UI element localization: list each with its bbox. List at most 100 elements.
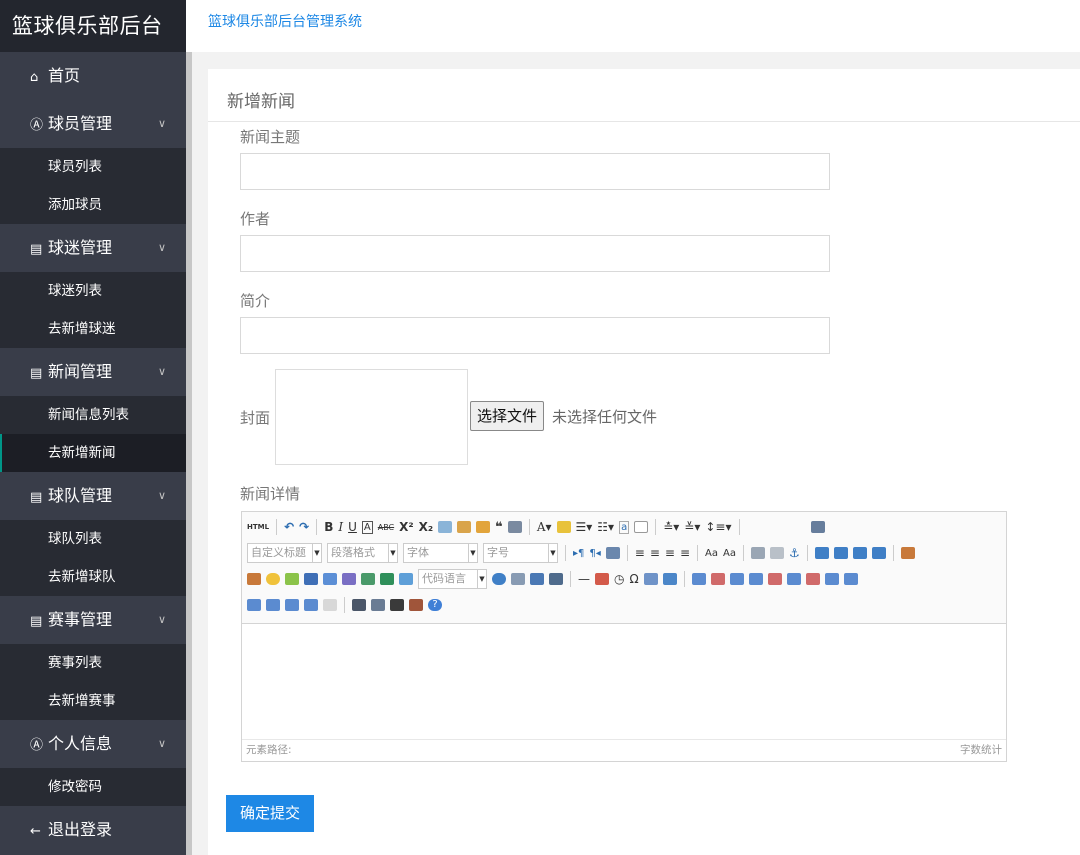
- nav-item-match-list[interactable]: 赛事列表: [0, 644, 186, 682]
- row-spacing-bottom-icon[interactable]: ≚▾: [684, 520, 700, 534]
- italic-icon[interactable]: I: [338, 520, 343, 534]
- nav-match-management[interactable]: ▤ 赛事管理 ∨: [0, 596, 186, 644]
- chevron-down-icon[interactable]: ▼: [313, 543, 322, 563]
- choose-file-button[interactable]: 选择文件: [470, 401, 545, 431]
- header-title[interactable]: 篮球俱乐部后台管理系统: [208, 11, 362, 31]
- wordimage-icon[interactable]: [643, 573, 658, 585]
- background-icon[interactable]: [549, 573, 563, 585]
- nav-team-management[interactable]: ▤ 球队管理 ∨: [0, 472, 186, 520]
- nav-item-news-list[interactable]: 新闻信息列表: [0, 396, 186, 434]
- subscript-icon[interactable]: X₂: [419, 520, 434, 534]
- nav-news-management[interactable]: ▤ 新闻管理 ∨: [0, 348, 186, 396]
- paragraph-select[interactable]: 段落格式: [327, 543, 389, 563]
- insert-image-icon[interactable]: [900, 547, 915, 559]
- align-left-icon[interactable]: ≡: [635, 546, 645, 560]
- insert-table-icon[interactable]: [691, 573, 706, 585]
- nav-item-fan-list[interactable]: 球迷列表: [0, 272, 186, 310]
- rtl-icon[interactable]: ¶◂: [589, 548, 600, 559]
- chevron-down-icon[interactable]: ▼: [478, 569, 487, 589]
- superscript-icon[interactable]: X²: [399, 520, 414, 534]
- template-icon[interactable]: [530, 573, 544, 585]
- nav-logout[interactable]: ← 退出登录: [0, 806, 186, 854]
- nav-item-add-news[interactable]: 去新增新闻: [0, 434, 186, 472]
- nav-personal-info[interactable]: Ⓐ 个人信息 ∨: [0, 720, 186, 768]
- charts-icon[interactable]: [323, 599, 337, 611]
- preview-icon[interactable]: [371, 599, 385, 611]
- insert-frame-icon[interactable]: [399, 573, 413, 585]
- paste-text-icon[interactable]: [507, 521, 522, 533]
- nav-player-management[interactable]: Ⓐ 球员管理 ∨: [0, 100, 186, 148]
- ordered-list-icon[interactable]: ☰▾: [576, 520, 593, 534]
- image-center-icon[interactable]: [871, 547, 886, 559]
- search-icon[interactable]: [390, 599, 404, 611]
- chevron-down-icon[interactable]: ▼: [469, 543, 478, 563]
- nav-item-add-match[interactable]: 去新增赛事: [0, 682, 186, 720]
- blockquote-icon[interactable]: ❝: [495, 520, 503, 535]
- subject-input[interactable]: [240, 153, 830, 190]
- help-icon[interactable]: ?: [428, 599, 442, 611]
- custom-title-select[interactable]: 自定义标题: [247, 543, 313, 563]
- link-icon[interactable]: [750, 547, 765, 559]
- unlink-icon[interactable]: [769, 547, 784, 559]
- delete-col-icon[interactable]: [805, 573, 820, 585]
- indent-icon[interactable]: [605, 547, 620, 559]
- image-none-icon[interactable]: [814, 547, 829, 559]
- google-map-icon[interactable]: [380, 573, 394, 585]
- split-cells-icon[interactable]: [266, 599, 280, 611]
- nav-item-player-list[interactable]: 球员列表: [0, 148, 186, 186]
- unordered-list-icon[interactable]: ☷▾: [597, 520, 614, 534]
- drafts-icon[interactable]: [409, 599, 423, 611]
- intro-input[interactable]: [240, 317, 830, 354]
- undo-icon[interactable]: ↶: [284, 520, 294, 534]
- row-spacing-top-icon[interactable]: ≛▾: [663, 520, 679, 534]
- insert-row-icon[interactable]: [748, 573, 763, 585]
- nav-item-team-list[interactable]: 球队列表: [0, 520, 186, 558]
- pagebreak-icon[interactable]: [511, 573, 525, 585]
- attachment-icon[interactable]: [342, 573, 356, 585]
- music-icon[interactable]: [323, 573, 337, 585]
- align-justify-icon[interactable]: ≡: [680, 546, 690, 560]
- merge-cells-icon[interactable]: [824, 573, 839, 585]
- align-right-icon[interactable]: ≡: [665, 546, 675, 560]
- nav-item-add-fan[interactable]: 去新增球迷: [0, 310, 186, 348]
- font-size-select[interactable]: 字号: [483, 543, 549, 563]
- image-right-icon[interactable]: [852, 547, 867, 559]
- font-color-icon[interactable]: A▾: [537, 520, 552, 534]
- insert-paragraph-icon[interactable]: [729, 573, 744, 585]
- line-height-icon[interactable]: ↕≡▾: [705, 520, 731, 534]
- search-replace-icon[interactable]: [662, 573, 677, 585]
- horizontal-rule-icon[interactable]: —: [578, 572, 590, 586]
- web-app-icon[interactable]: [492, 573, 506, 585]
- nav-item-add-player[interactable]: 添加球员: [0, 186, 186, 224]
- select-all-icon[interactable]: a: [619, 520, 630, 534]
- split-cols-icon[interactable]: [304, 599, 318, 611]
- eraser-icon[interactable]: [438, 521, 453, 533]
- map-icon[interactable]: [361, 573, 375, 585]
- case-upper-icon[interactable]: Aa: [705, 548, 718, 559]
- fullscreen-icon[interactable]: [810, 521, 825, 533]
- chevron-down-icon[interactable]: ▼: [549, 543, 558, 563]
- chevron-down-icon[interactable]: ▼: [389, 543, 398, 563]
- time-icon[interactable]: ◷: [614, 572, 624, 586]
- delete-table-icon[interactable]: [710, 573, 725, 585]
- nav-item-add-team[interactable]: 去新增球队: [0, 558, 186, 596]
- date-icon[interactable]: [595, 573, 609, 585]
- underline-icon[interactable]: U: [348, 520, 357, 534]
- nav-fan-management[interactable]: ▤ 球迷管理 ∨: [0, 224, 186, 272]
- redo-icon[interactable]: ↷: [299, 520, 309, 534]
- delete-row-icon[interactable]: [767, 573, 782, 585]
- ltr-icon[interactable]: ▸¶: [573, 548, 584, 559]
- editor-content-area[interactable]: [242, 625, 1006, 739]
- print-icon[interactable]: [352, 599, 366, 611]
- code-language-select[interactable]: 代码语言: [418, 569, 478, 589]
- auto-format-icon[interactable]: [476, 521, 491, 533]
- clear-doc-icon[interactable]: [634, 521, 649, 533]
- merge-down-icon[interactable]: [247, 599, 261, 611]
- emotion-icon[interactable]: [266, 573, 280, 585]
- strikethrough-icon[interactable]: ABC: [378, 523, 394, 532]
- bold-icon[interactable]: B: [324, 520, 333, 534]
- font-border-icon[interactable]: A: [361, 520, 373, 534]
- html-source-icon[interactable]: HTML: [247, 523, 269, 531]
- align-center-icon[interactable]: ≡: [650, 546, 660, 560]
- highlight-icon[interactable]: [556, 521, 571, 533]
